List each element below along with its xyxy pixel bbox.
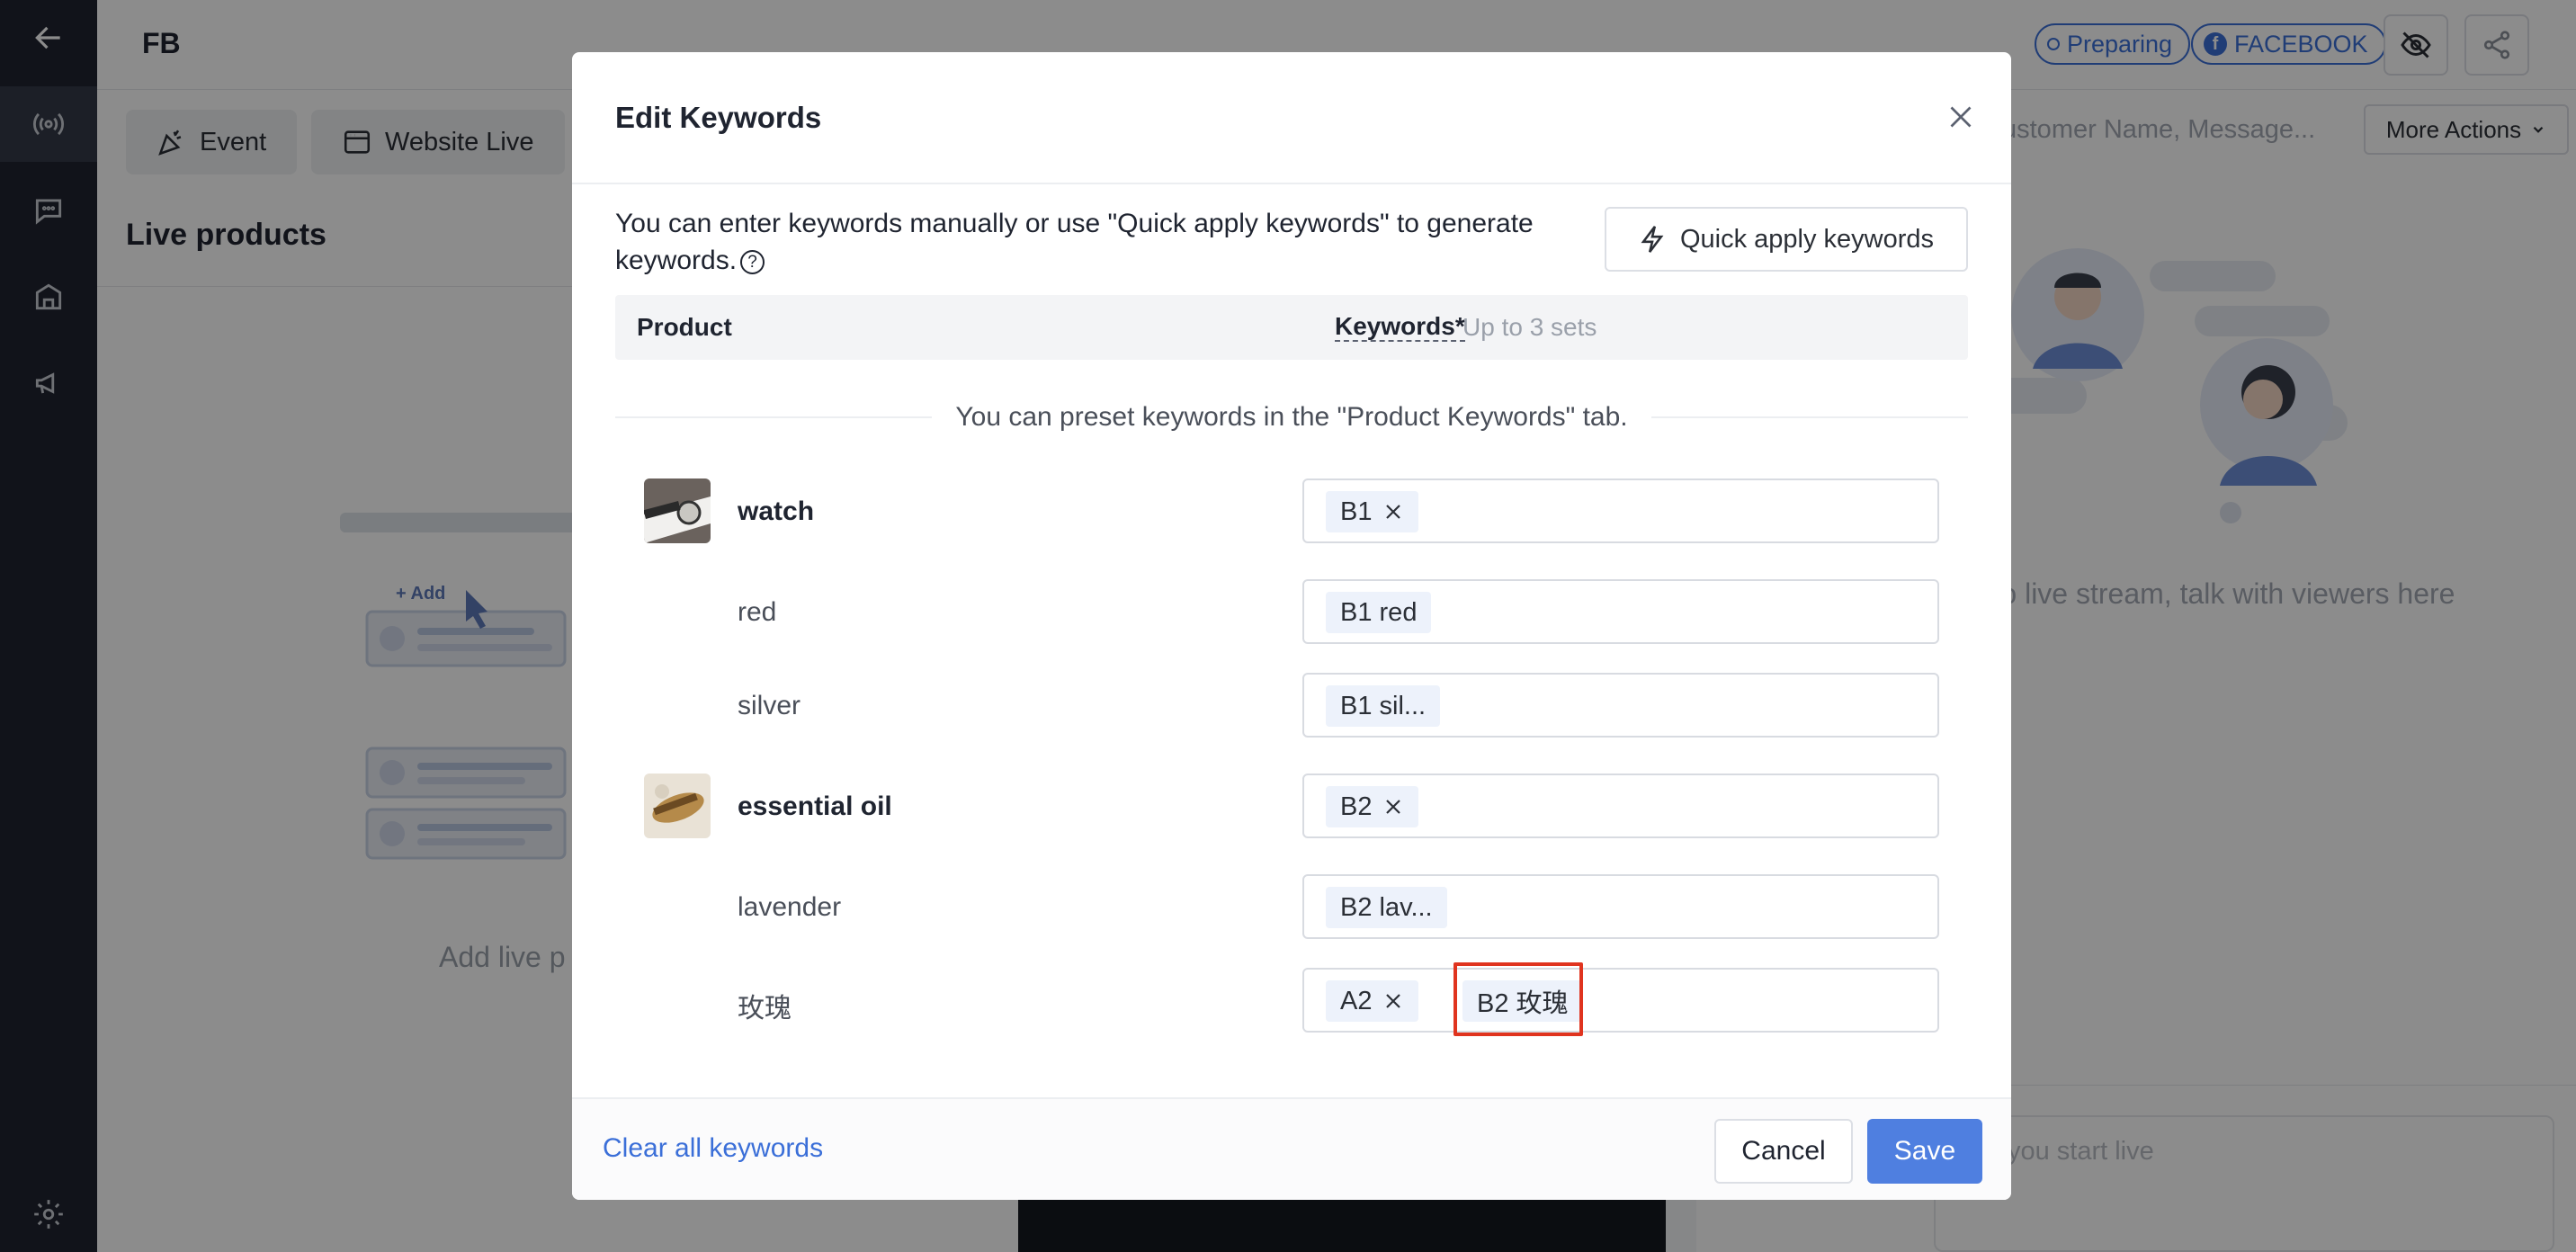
column-keywords[interactable]: Keywords* [1335, 313, 1465, 342]
close-icon[interactable] [1945, 101, 1977, 133]
dialog-footer: Clear all keywords Cancel Save [572, 1097, 2011, 1200]
divider [615, 416, 933, 418]
keyword-tag-label: B2 lav... [1340, 892, 1433, 922]
keyword-input[interactable]: B1 red [1302, 579, 1939, 644]
keyword-tag-label: B1 red [1340, 597, 1418, 627]
keyword-tag-label: B1 [1340, 496, 1373, 526]
remove-tag-icon[interactable] [1382, 990, 1404, 1012]
variant-name: red [738, 597, 777, 627]
remove-tag-icon[interactable] [1382, 501, 1404, 523]
keyword-tag-label: A2 [1340, 986, 1373, 1015]
lightning-icon [1641, 226, 1664, 253]
product-image-watch [644, 478, 711, 543]
quick-apply-keywords-button[interactable]: Quick apply keywords [1605, 207, 1968, 272]
edit-keywords-dialog: Edit Keywords You can enter keywords man… [572, 52, 2011, 1200]
keyword-input[interactable]: B1 sil... [1302, 673, 1939, 738]
product-name: watch [738, 496, 815, 526]
product-image-essential-oil [644, 774, 711, 838]
preset-note-text: You can preset keywords in the "Product … [955, 402, 1628, 432]
keyword-tag: B1 sil... [1326, 685, 1441, 727]
keyword-tag: B1 red [1326, 592, 1432, 633]
preset-note: You can preset keywords in the "Product … [615, 392, 1969, 443]
variant-name: lavender [738, 892, 842, 922]
keyword-tag: A2 [1326, 980, 1419, 1022]
keyword-input[interactable]: A2 B2 玫瑰 [1302, 968, 1939, 1033]
product-name: essential oil [738, 791, 892, 821]
table-header: Product Keywords* Up to 3 sets [615, 295, 1968, 360]
keyword-input[interactable]: B1 [1302, 478, 1939, 543]
remove-tag-icon[interactable] [1382, 796, 1404, 818]
keyword-tag-label: B2 [1340, 791, 1373, 821]
help-icon[interactable]: ? [740, 249, 765, 274]
intro-text: You can enter keywords manually or use "… [615, 205, 1569, 279]
save-button[interactable]: Save [1867, 1119, 1982, 1184]
keyword-input[interactable]: B2 [1302, 774, 1939, 838]
clear-all-keywords-link[interactable]: Clear all keywords [603, 1133, 823, 1164]
highlight-box [1453, 962, 1583, 1036]
variant-name: silver [738, 691, 801, 720]
variant-name: 玫瑰 [738, 994, 792, 1024]
keyword-tag: B2 [1326, 786, 1419, 827]
dialog-header: Edit Keywords [572, 52, 2011, 184]
cancel-button[interactable]: Cancel [1714, 1119, 1853, 1184]
keyword-tag-label: B1 sil... [1340, 691, 1427, 720]
keyword-input[interactable]: B2 lav... [1302, 874, 1939, 939]
divider [1650, 416, 1969, 418]
dialog-title: Edit Keywords [615, 101, 822, 134]
keyword-tag: B2 lav... [1326, 887, 1447, 928]
keyword-tag: B1 [1326, 491, 1419, 532]
quick-apply-label: Quick apply keywords [1679, 224, 1935, 254]
keywords-limit-hint: Up to 3 sets [1462, 313, 1597, 341]
column-product: Product [637, 313, 732, 341]
